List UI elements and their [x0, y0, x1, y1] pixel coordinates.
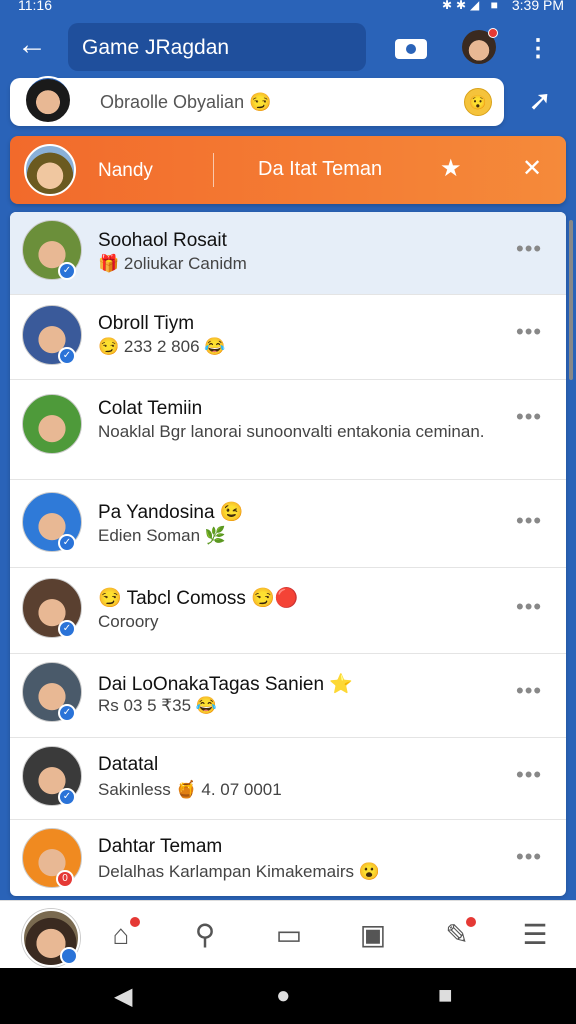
- chat-subtitle: Noaklal Bgr lanorai sunoonvalti entakoni…: [98, 422, 485, 441]
- banner-name: Nandy: [98, 160, 153, 181]
- home-icon[interactable]: ⌂: [104, 915, 142, 953]
- status-icons: ✱✱◢ ■ 3:39 PM: [442, 0, 564, 13]
- system-nav: ◀ ● ■: [0, 968, 576, 1024]
- search-bar[interactable]: Obraolle Obyalian 😏 😯: [10, 76, 504, 126]
- chat-title: Dai LoOnakaTagas Sanien ⭐: [98, 674, 353, 695]
- notification-dot: [488, 28, 498, 38]
- chat-list: ✓ Soohaol Rosait 🎁 2oliukar Canidm ••• ✓…: [10, 212, 566, 896]
- search-input[interactable]: Obraolle Obyalian 😏: [100, 92, 272, 113]
- chat-title: Datatal: [98, 754, 159, 775]
- more-icon[interactable]: •••: [516, 319, 542, 345]
- chat-title: 😏 Tabcl Comoss 😏🔴: [98, 588, 299, 609]
- title-box[interactable]: Game JRagdan: [68, 23, 366, 71]
- status-time: 11:16: [18, 0, 52, 13]
- search-avatar: [24, 76, 72, 124]
- banner-divider: [213, 153, 214, 187]
- list-item[interactable]: Colat Temiin Noaklal Bgr lanorai sunoonv…: [10, 380, 566, 480]
- add-user-icon[interactable]: ⋮: [526, 34, 560, 62]
- more-icon[interactable]: •••: [516, 678, 542, 704]
- more-icon[interactable]: •••: [516, 594, 542, 620]
- more-icon[interactable]: •••: [516, 404, 542, 430]
- status-clock: 3:39 PM: [511, 0, 564, 13]
- list-item[interactable]: ✓ Datatal Sakinless 🍯 4. 07 0001 •••: [10, 738, 566, 820]
- close-icon[interactable]: ✕: [522, 154, 542, 183]
- notification-dot: [128, 915, 142, 929]
- emoji-icon[interactable]: 😯: [464, 88, 492, 116]
- chat-title: Dahtar Temam: [98, 836, 223, 857]
- more-icon[interactable]: •••: [516, 844, 542, 870]
- chat-subtitle: Coroory: [98, 612, 159, 631]
- clipboard-icon[interactable]: ▣: [356, 919, 390, 953]
- more-icon[interactable]: •••: [516, 762, 542, 788]
- notification-dot: [464, 915, 478, 929]
- back-triangle-icon[interactable]: ◀: [114, 982, 132, 1011]
- chat-subtitle: 😏 233 2 806 😂: [98, 337, 226, 356]
- verified-badge-icon: ✓: [58, 262, 76, 280]
- verified-badge-icon: ✓: [58, 347, 76, 365]
- list-item[interactable]: ✓ Pa Yandosina 😉 Edien Soman 🌿 •••: [10, 480, 566, 568]
- send-arrow-icon[interactable]: ➚: [522, 86, 558, 118]
- chat-title: Colat Temiin: [98, 398, 203, 419]
- star-icon[interactable]: ★: [440, 154, 462, 183]
- scrollbar[interactable]: [569, 220, 573, 380]
- unread-badge-icon: 0: [56, 870, 74, 888]
- chat-subtitle: Edien Soman 🌿: [98, 526, 226, 545]
- verified-badge-icon: ✓: [58, 620, 76, 638]
- nav-profile-avatar[interactable]: [22, 909, 80, 967]
- status-bar: 11:16 ✱✱◢ ■ 3:39 PM: [0, 0, 576, 16]
- search-icon[interactable]: ⚲: [188, 919, 222, 953]
- profile-avatar[interactable]: [462, 28, 498, 64]
- chat-subtitle: 🎁 2oliukar Canidm: [98, 254, 247, 273]
- microphone-icon[interactable]: ✎: [440, 915, 478, 953]
- avatar: [22, 394, 82, 454]
- more-icon[interactable]: •••: [516, 236, 542, 262]
- signal-icons: ✱✱◢ ■: [441, 0, 502, 12]
- chat-subtitle: Rs 03 5 ₹35 😂: [98, 696, 217, 715]
- bottom-nav: ⌂ ⚲ ▭ ▣ ✎ ☰: [0, 900, 576, 968]
- document-icon[interactable]: ▭: [272, 919, 306, 953]
- banner-label: Da Itat Teman: [258, 158, 383, 180]
- more-icon[interactable]: •••: [516, 508, 542, 534]
- list-item[interactable]: ✓ Obroll Tiym 😏 233 2 806 😂 •••: [10, 295, 566, 380]
- list-item[interactable]: ✓ Soohaol Rosait 🎁 2oliukar Canidm •••: [10, 212, 566, 295]
- home-circle-icon[interactable]: ●: [276, 982, 291, 1010]
- chat-title: Soohaol Rosait: [98, 230, 227, 251]
- banner-avatar: [24, 144, 76, 196]
- list-item[interactable]: 0 Dahtar Temam Delalhas Karlampan Kimake…: [10, 820, 566, 896]
- verified-badge-icon: [60, 947, 78, 965]
- chat-subtitle: Sakinless 🍯 4. 07 0001: [98, 780, 282, 799]
- chat-subtitle: Delalhas Karlampan Kimakemairs 😮: [98, 862, 380, 881]
- app-bar: ← Game JRagdan ⋮: [0, 16, 576, 76]
- chat-title: Obroll Tiym: [98, 313, 195, 334]
- chat-title: Pa Yandosina 😉: [98, 502, 244, 523]
- verified-badge-icon: ✓: [58, 704, 76, 722]
- verified-badge-icon: ✓: [58, 788, 76, 806]
- verified-badge-icon: ✓: [58, 534, 76, 552]
- list-item[interactable]: ✓ 😏 Tabcl Comoss 😏🔴 Coroory •••: [10, 568, 566, 654]
- friend-banner[interactable]: Nandy Da Itat Teman ★ ✕: [10, 136, 566, 204]
- camera-icon[interactable]: [392, 32, 430, 62]
- list-item[interactable]: ✓ Dai LoOnakaTagas Sanien ⭐ Rs 03 5 ₹35 …: [10, 654, 566, 738]
- recents-square-icon[interactable]: ■: [438, 982, 453, 1010]
- app-title: Game JRagdan: [82, 36, 230, 59]
- back-arrow-icon[interactable]: ←: [14, 28, 50, 64]
- camera-lens: [406, 44, 416, 54]
- card-icon[interactable]: ☰: [518, 919, 552, 953]
